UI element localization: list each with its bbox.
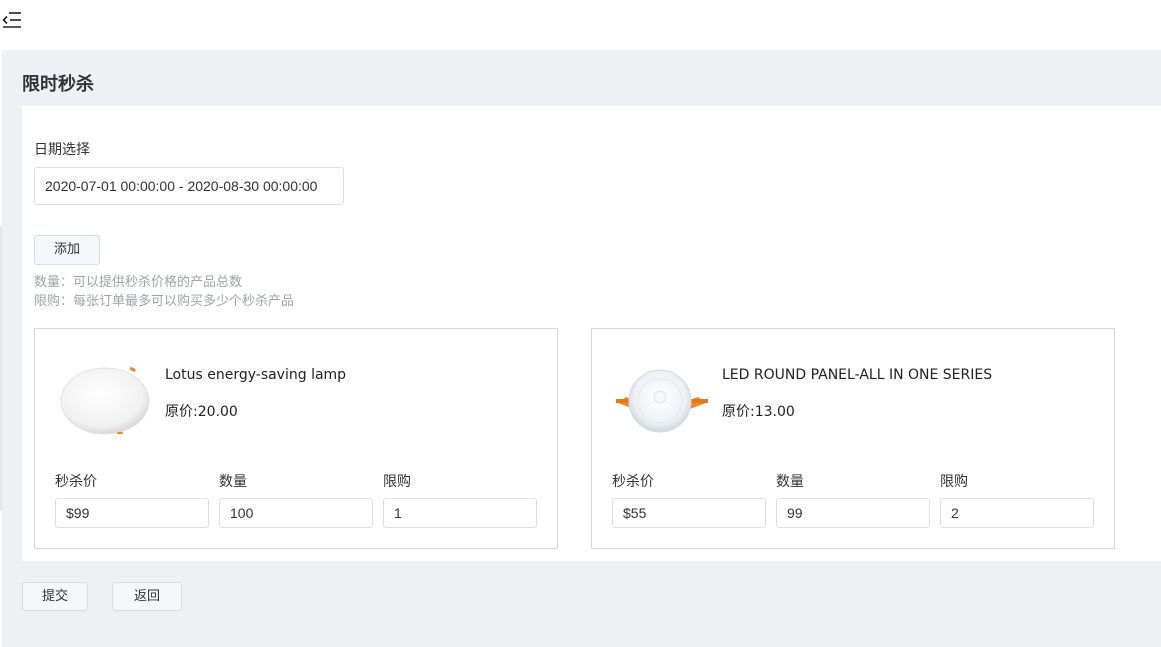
page-title: 限时秒杀 <box>22 74 94 95</box>
date-label: 日期选择 <box>34 142 90 158</box>
original-price: 原价:20.00 <box>165 404 238 420</box>
quantity-label: 数量 <box>219 474 247 490</box>
product-image <box>55 359 155 439</box>
product-image <box>612 359 712 439</box>
hint-quantity: 数量：可以提供秒杀价格的产品总数 <box>34 275 243 290</box>
flash-price-input[interactable]: $99 <box>55 498 209 528</box>
quantity-input[interactable]: 99 <box>776 498 930 528</box>
limit-label: 限购 <box>940 474 968 490</box>
quantity-input[interactable]: 100 <box>219 498 373 528</box>
limit-input[interactable]: 1 <box>383 498 537 528</box>
hint-limit: 限购：每张订单最多可以购买多少个秒杀产品 <box>34 294 295 309</box>
date-range-input[interactable]: 2020-07-01 00:00:00 - 2020-08-30 00:00:0… <box>34 167 344 205</box>
flash-price-label: 秒杀价 <box>55 474 97 490</box>
sidebar-edge <box>0 226 2 511</box>
top-bar <box>0 0 1161 50</box>
add-button[interactable]: 添加 <box>34 235 100 265</box>
quantity-label: 数量 <box>776 474 804 490</box>
limit-input[interactable]: 2 <box>940 498 1094 528</box>
back-button[interactable]: 返回 <box>112 582 182 611</box>
product-card: LED ROUND PANEL-ALL IN ONE SERIES 原价:13.… <box>591 328 1115 549</box>
original-price: 原价:13.00 <box>722 404 795 420</box>
product-name: Lotus energy-saving lamp <box>165 367 347 383</box>
product-card: Lotus energy-saving lamp 原价:20.00 秒杀价 数量… <box>34 328 558 549</box>
flash-price-input[interactable]: $55 <box>612 498 766 528</box>
limit-label: 限购 <box>383 474 411 490</box>
product-name: LED ROUND PANEL-ALL IN ONE SERIES <box>722 367 993 383</box>
flash-price-label: 秒杀价 <box>612 474 654 490</box>
submit-button[interactable]: 提交 <box>22 582 88 611</box>
menu-fold-icon[interactable] <box>2 10 22 30</box>
